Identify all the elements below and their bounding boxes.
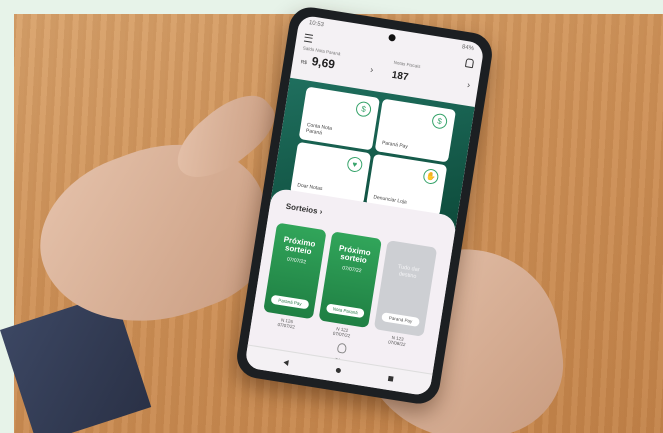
menu-icon[interactable] <box>303 33 314 43</box>
currency-prefix: R$ <box>300 59 308 67</box>
card-text: Tudo dar destino <box>397 264 420 280</box>
lightbulb-icon <box>336 342 348 354</box>
notes-value: 187 <box>390 69 410 84</box>
sorteio-card[interactable]: Próximo sorteio 07/07/22 Nota Paraná <box>318 231 382 329</box>
notes-chevron-icon[interactable]: › <box>466 80 471 90</box>
camera-hole <box>387 33 396 42</box>
bell-icon[interactable] <box>464 58 475 69</box>
card-button[interactable]: Nota Paraná <box>325 303 365 319</box>
tile-conta-nota-parana[interactable]: $ Conta Nota Paraná <box>298 86 380 150</box>
status-time: 10:53 <box>308 20 325 29</box>
sorteios-sheet: Sorteios › Próximo sorteio 07/07/22 Para… <box>247 187 458 391</box>
photo-scene: 10:53 84% Saldo Nota Paraná R$ 9,69 › No… <box>0 0 663 433</box>
balance-chevron-icon[interactable]: › <box>370 64 375 74</box>
notes-block[interactable]: Notas Fiscais 187 <box>391 60 421 87</box>
tile-parana-pay[interactable]: $ Paraná Pay <box>374 98 457 163</box>
balance-block[interactable]: Saldo Nota Paraná R$ 9,69 <box>300 45 341 74</box>
balance-value: 9,69 <box>310 54 336 72</box>
back-icon[interactable] <box>283 359 289 367</box>
recent-apps-icon[interactable] <box>387 375 394 382</box>
card-button[interactable]: Paraná Pay <box>270 294 310 310</box>
sorteios-title: Sorteios <box>285 201 319 216</box>
sorteio-card[interactable]: Tudo dar destino Paraná Pay <box>373 240 438 337</box>
chevron-right-icon: › <box>319 207 324 217</box>
card-button[interactable]: Paraná Pay <box>381 312 421 327</box>
tile-label: Conta Nota Paraná <box>305 121 333 136</box>
hand-heart-icon: ♥ <box>346 155 364 173</box>
refresh-dollar-icon: $ <box>431 112 449 130</box>
dollar-icon: $ <box>354 100 373 118</box>
sorteios-carousel: Próximo sorteio 07/07/22 Paraná Pay N 12… <box>263 222 462 347</box>
tile-label: Paraná Pay <box>381 139 409 150</box>
sorteio-card[interactable]: Próximo sorteio 07/07/22 Paraná Pay <box>263 222 327 320</box>
sorteios-link[interactable]: Sorteios › <box>285 202 323 217</box>
home-icon[interactable] <box>335 367 341 374</box>
thumbs-down-icon: ✋ <box>422 167 440 185</box>
battery-level: 84% <box>461 44 475 53</box>
